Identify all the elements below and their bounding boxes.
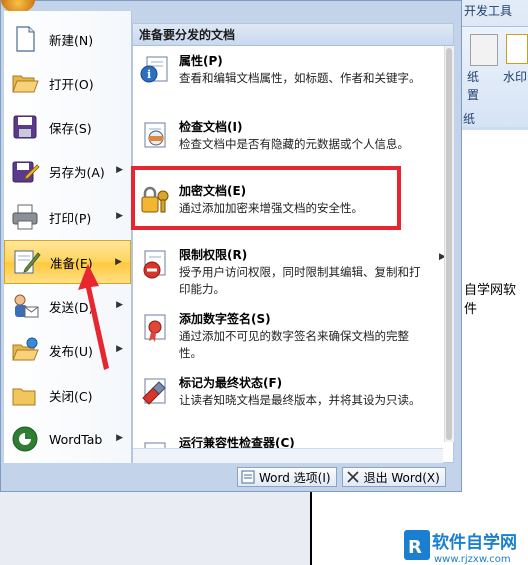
submenu-arrow-icon: ▶ <box>116 300 123 310</box>
submenu-item-mark-final[interactable]: 标记为最终状态(F) 让读者知晓文档是最终版本，并将其设为只读。 <box>133 372 433 432</box>
document-edge <box>310 485 312 565</box>
save-disk-icon <box>13 115 37 139</box>
ribbon-paper-label-1: 纸 <box>467 70 480 84</box>
submenu-item-compat-checker[interactable]: 运行兼容性检查器(C) <box>133 436 433 448</box>
submenu-arrow-icon: ▶ <box>115 257 122 267</box>
exit-word-button[interactable]: 退出 Word(X) <box>341 467 446 487</box>
word-options-button[interactable]: Word 选项(I) <box>237 467 337 487</box>
submenu-item-title: 标记为最终状态(F) <box>179 376 283 390</box>
menu-item-label: 另存为(A) <box>49 164 105 180</box>
scrollbar-thumb[interactable] <box>446 48 452 440</box>
save-as-icon <box>12 161 40 183</box>
document-margin <box>0 490 310 565</box>
publish-icon <box>12 337 39 361</box>
mark-final-icon <box>142 378 166 405</box>
options-document-icon <box>241 470 255 484</box>
printer-icon <box>12 204 38 230</box>
menu-footer: Word 选项(I) 退出 Word(X) <box>237 467 446 487</box>
red-arrow-annotation <box>78 264 109 370</box>
prepare-icon <box>14 250 41 274</box>
document-text: 自学网软件 <box>464 283 517 317</box>
ribbon-group-label: 纸 <box>463 112 476 126</box>
wordtab-icon <box>12 426 38 452</box>
new-doc-icon <box>16 26 35 52</box>
submenu-item-desc: 检查文档中是否有隐藏的元数据或个人信息。 <box>179 137 409 151</box>
menu-item-save-as[interactable]: 另存为(A) ▶ <box>4 149 131 193</box>
signature-icon <box>144 314 166 342</box>
submenu-arrow-icon: ▶ <box>116 165 123 175</box>
ribbon-tab-developer[interactable]: 开发工具 <box>464 2 512 19</box>
office-menu-command-list: 新建(N) 打开(O) 保存(S) 另存为(A) ▶ 打印(P) ▶ 准备(E)… <box>4 11 132 463</box>
svg-text:R: R <box>408 537 422 558</box>
highlight-annotation <box>131 166 401 230</box>
ribbon-watermark-label: 水印 <box>503 70 528 84</box>
compat-icon <box>144 442 166 448</box>
submenu-arrow-icon: ▶ <box>116 211 123 221</box>
ribbon-watermark-button[interactable] <box>506 34 528 64</box>
menu-item-close[interactable]: 关闭(C) <box>4 373 131 417</box>
submenu-item-title: 属性(P) <box>179 54 223 68</box>
menu-item-wordtab[interactable]: WordTab ▶ <box>4 417 131 461</box>
menu-item-save[interactable]: 保存(S) <box>4 105 131 149</box>
submenu-arrow-icon: ▶ <box>116 344 123 354</box>
svg-text:i: i <box>147 68 151 81</box>
menu-item-label: 保存(S) <box>49 120 92 136</box>
submenu-item-desc: 查看和编辑文档属性，如标题、作者和关键字。 <box>179 71 421 85</box>
ribbon-paper-label-2: 置 <box>467 88 480 102</box>
word-options-label: Word 选项(I) <box>259 470 331 485</box>
submenu-item-digital-signature[interactable]: 添加数字签名(S) 通过添加不可见的数字签名来确保文档的完整性。 <box>133 308 433 366</box>
open-folder-icon <box>12 75 39 93</box>
ribbon-paper-button[interactable] <box>470 34 498 66</box>
inspect-icon <box>144 122 166 148</box>
submenu-item-desc: 让读者知晓文档是最终版本，并将其设为只读。 <box>179 393 421 407</box>
submenu-item-desc: 通过添加不可见的数字签名来确保文档的完整性。 <box>179 329 409 360</box>
menu-item-open[interactable]: 打开(O) <box>4 61 131 105</box>
exit-word-label: 退出 Word(X) <box>363 470 440 485</box>
vertical-scrollbar[interactable] <box>444 46 454 442</box>
submenu-arrow-icon: ▶ <box>116 433 123 443</box>
properties-icon: i <box>140 56 168 83</box>
menu-item-new[interactable]: 新建(N) <box>4 17 131 61</box>
submenu-item-title: 添加数字签名(S) <box>179 312 271 326</box>
close-x-icon <box>346 471 359 483</box>
submenu-item-title: 运行兼容性检查器(C) <box>179 436 295 448</box>
menu-item-label: 打印(P) <box>49 210 92 226</box>
submenu-item-title: 检查文档(I) <box>179 120 243 134</box>
close-folder-icon <box>12 388 36 406</box>
office-menu: 新建(N) 打开(O) 保存(S) 另存为(A) ▶ 打印(P) ▶ 准备(E)… <box>0 0 462 492</box>
prepare-submenu: 准备要分发的文档 i 属性(P) 查看和编辑文档属性，如标题、作者和关键字。 检… <box>132 23 454 463</box>
watermark-title: 软件自学网 <box>432 532 517 553</box>
menu-item-label: 关闭(C) <box>49 388 93 404</box>
menu-item-label: 新建(N) <box>49 32 94 48</box>
restrict-icon <box>143 250 166 279</box>
menu-item-label: 打开(O) <box>49 76 94 92</box>
submenu-item-desc: 授予用户访问权限，同时限制其编辑、复制和打印能力。 <box>179 265 421 296</box>
submenu-item-properties[interactable]: i 属性(P) 查看和编辑文档属性，如标题、作者和关键字。 <box>133 50 433 108</box>
submenu-item-restrict-permission[interactable]: 限制权限(R) 授予用户访问权限，同时限制其编辑、复制和打印能力。 ▶ <box>133 244 446 304</box>
submenu-item-inspect[interactable]: 检查文档(I) 检查文档中是否有隐藏的元数据或个人信息。 <box>133 116 433 160</box>
menu-item-print[interactable]: 打印(P) ▶ <box>4 195 131 239</box>
menu-item-label: WordTab <box>49 431 103 447</box>
submenu-title: 准备要分发的文档 <box>133 24 453 46</box>
submenu-item-title: 限制权限(R) <box>179 248 248 262</box>
watermark-logo: R 软件自学网 www.rjzxw.com <box>404 530 517 565</box>
scroll-down-area[interactable] <box>133 448 443 463</box>
send-icon <box>14 294 39 318</box>
watermark-url: www.rjzxw.com <box>434 554 511 565</box>
